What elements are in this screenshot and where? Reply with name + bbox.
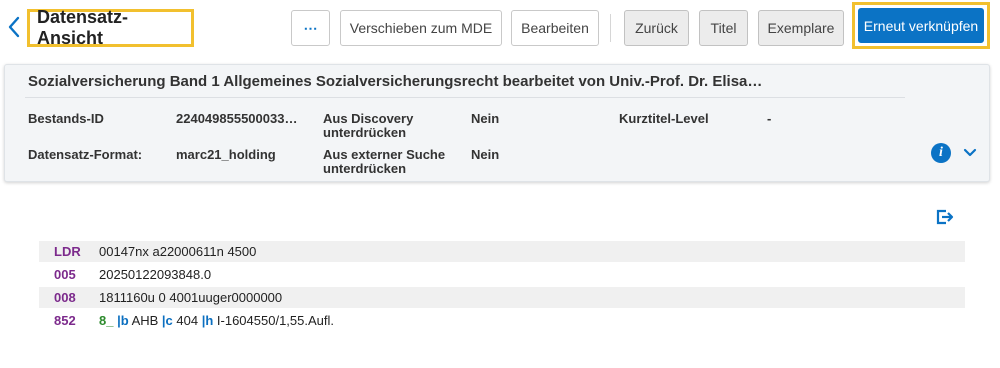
marc-content: 1811160u 0 4001uuger0000000: [99, 290, 283, 305]
suppress-external-value: Nein: [471, 147, 500, 162]
title-button[interactable]: Titel: [699, 10, 748, 46]
items-button[interactable]: Exemplare: [758, 10, 844, 46]
record-format-value: marc21_holding: [176, 147, 276, 162]
edit-button[interactable]: Bearbeiten: [511, 10, 599, 46]
toolbar-divider: [610, 14, 611, 42]
suppress-discovery-label-line2: unterdrücken: [323, 125, 407, 140]
chevron-down-icon[interactable]: [962, 145, 978, 161]
suppress-discovery-value: Nein: [471, 111, 500, 126]
record-summary-panel: Sozialversicherung Band 1 Allgemeines So…: [4, 64, 990, 182]
page-title-highlight: Datensatz-Ansicht: [27, 7, 194, 48]
marc-row-008: 008 1811160u 0 4001uuger0000000: [39, 287, 965, 308]
page-title: Datensatz-Ansicht: [37, 7, 129, 48]
record-format-label: Datensatz-Format:: [28, 147, 143, 162]
marc-content: 00147nx a22000611n 4500: [99, 244, 257, 259]
suppress-external-label-line2: unterdrücken: [323, 161, 407, 176]
panel-divider: [25, 97, 905, 98]
info-icon[interactable]: i: [931, 143, 951, 163]
marc-content: 8_ |b AHB |c 404 |h I-1604550/1,55.Aufl.: [99, 313, 334, 328]
marc-tag: 852: [54, 313, 76, 328]
record-title: Sozialversicherung Band 1 Allgemeines So…: [28, 73, 763, 90]
holdings-id-value: 224049855500033…: [176, 111, 298, 126]
brief-level-label: Kurztitel-Level: [619, 111, 709, 126]
back-button[interactable]: Zurück: [624, 10, 689, 46]
export-icon[interactable]: [935, 208, 955, 226]
subfield-code: |h: [201, 313, 214, 328]
relink-highlight: Erneut verknüpfen: [852, 2, 990, 49]
subfield-value: I-1604550/1,55.Aufl.: [213, 313, 334, 328]
marc-record-table: LDR 00147nx a22000611n 4500 005 20250122…: [39, 241, 965, 333]
marc-row-ldr: LDR 00147nx a22000611n 4500: [39, 241, 965, 262]
move-to-mde-button[interactable]: Verschieben zum MDE: [340, 10, 502, 46]
subfield-value: AHB: [128, 313, 162, 328]
marc-tag: 005: [54, 267, 76, 282]
marc-row-852: 852 8_ |b AHB |c 404 |h I-1604550/1,55.A…: [39, 310, 965, 331]
relink-button[interactable]: Erneut verknüpfen: [858, 8, 984, 43]
subfield-value: 404: [172, 313, 202, 328]
more-actions-button[interactable]: ⋯: [291, 10, 330, 46]
marc-row-005: 005 20250122093848.0: [39, 264, 965, 285]
marc-tag: 008: [54, 290, 76, 305]
brief-level-value: -: [767, 111, 772, 126]
back-chevron-icon[interactable]: [4, 14, 24, 40]
marc-indicators: 8_: [99, 313, 114, 328]
subfield-code: |c: [161, 313, 173, 328]
more-horizontal-icon: ⋯: [303, 19, 318, 36]
marc-content: 20250122093848.0: [99, 267, 212, 282]
header-bar: Datensatz-Ansicht ⋯ Verschieben zum MDE …: [0, 0, 1000, 56]
holdings-id-label: Bestands-ID: [28, 111, 104, 126]
suppress-discovery-label-line1: Aus Discovery: [323, 111, 414, 126]
suppress-external-label-line1: Aus externer Suche: [323, 147, 446, 162]
subfield-code: |b: [117, 313, 129, 328]
marc-tag: LDR: [54, 244, 81, 259]
